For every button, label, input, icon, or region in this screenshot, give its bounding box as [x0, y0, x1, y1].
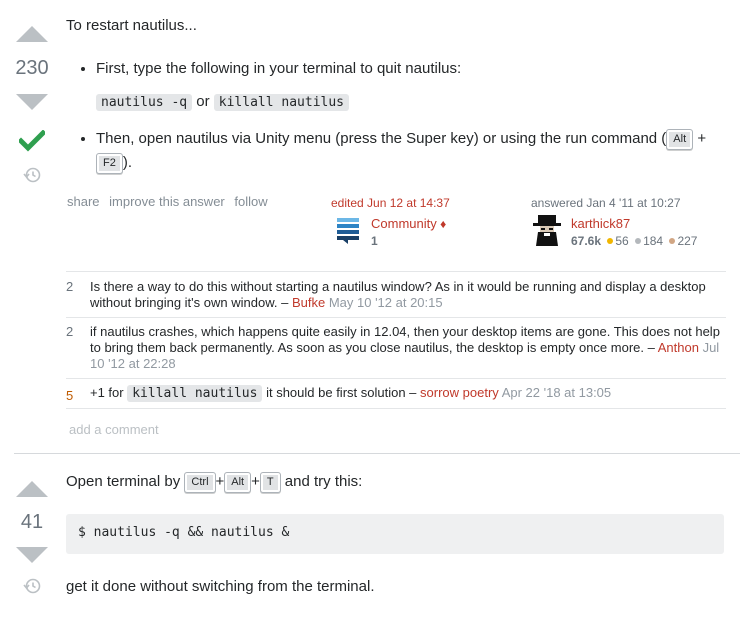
answer2-intro: Open terminal by Ctrl + Alt + T and try this… — [66, 471, 726, 493]
comment-score: 2 — [66, 324, 74, 339]
reputation: 67.6k — [571, 234, 602, 248]
step-item: Then, open nautilus via Unity menu (pres… — [96, 127, 726, 175]
user-flair: 67.6k 56 184 227 — [571, 234, 697, 248]
comment-text: it should be first solution – — [266, 385, 417, 400]
comment-date[interactable]: May 10 '12 at 20:15 — [329, 295, 443, 310]
comment-text: if nautilus crashes, which happens quite… — [90, 324, 720, 355]
comment-user-link[interactable]: Anthon — [658, 340, 699, 355]
silver-badge-count: 184 — [643, 234, 664, 248]
answer1-vote-column: 230 — [0, 26, 64, 184]
silver-badge-icon — [635, 238, 642, 245]
answer1-body: To restart nautilus... First, type the f… — [66, 16, 726, 185]
answer-user: karthick87 — [571, 216, 630, 231]
or-text: or — [196, 93, 210, 110]
downvote-arrow-icon[interactable] — [16, 547, 48, 563]
community-avatar[interactable] — [337, 216, 359, 244]
vote-count: 41 — [20, 511, 44, 533]
community-user: Community ♦ — [371, 216, 446, 231]
step-text-end: ). — [122, 154, 133, 171]
accepted-checkmark-icon — [0, 130, 64, 152]
share-link[interactable]: share — [67, 194, 100, 209]
vote-count: 230 — [15, 57, 49, 79]
answered-time: answered Jan 4 '11 at 10:27 — [531, 196, 681, 210]
step-item: First, type the following in your termin… — [96, 59, 726, 113]
answer-steps-list: First, type the following in your termin… — [66, 59, 726, 175]
kbd-key: T — [259, 471, 281, 493]
user-avatar[interactable] — [531, 214, 563, 246]
answer-text: Open terminal by — [66, 473, 181, 490]
comment-date[interactable]: Apr 22 '18 at 13:05 — [502, 385, 611, 400]
user-link[interactable]: Community — [371, 216, 437, 231]
answer-intro: To restart nautilus... — [66, 17, 197, 34]
add-comment-link[interactable]: add a comment — [69, 422, 159, 437]
answer-text: and try this: — [284, 473, 363, 490]
kbd-key: Alt — [666, 128, 694, 150]
edited-signature: edited Jun 12 at 14:37 Community ♦ 1 — [331, 196, 511, 248]
kbd-key: Alt — [224, 471, 252, 493]
answer-text: get it done without switching from the t… — [66, 578, 375, 595]
downvote-arrow-icon[interactable] — [16, 94, 48, 110]
comment-body: if nautilus crashes, which happens quite… — [90, 324, 726, 372]
bronze-badge-icon — [669, 238, 676, 245]
inline-code: killall nautilus — [213, 94, 350, 111]
moderator-diamond-icon: ♦ — [440, 217, 447, 231]
improve-answer-link[interactable]: improve this answer — [109, 194, 225, 209]
reputation: 1 — [371, 234, 378, 248]
answered-signature: answered Jan 4 '11 at 10:27 karthick87 6… — [531, 196, 741, 248]
answer2-outro: get it done without switching from the t… — [66, 577, 374, 597]
kbd-key: F2 — [96, 152, 123, 174]
post-menu: share improve this answer follow — [67, 194, 274, 209]
comment-score: 5 — [66, 388, 74, 403]
comment: 2 if nautilus crashes, which happens qui… — [66, 318, 726, 379]
comments-top-divider — [66, 271, 726, 272]
answer2-vote-column: 41 — [0, 481, 64, 595]
comment-body: +1 for killall nautilus it should be fir… — [90, 385, 726, 402]
inline-code: nautilus -q — [96, 94, 193, 111]
bronze-badge-count: 227 — [677, 234, 698, 248]
gold-badge-icon — [607, 238, 614, 245]
comment-user-link[interactable]: Bufke — [292, 295, 325, 310]
upvote-arrow-icon[interactable] — [16, 26, 48, 42]
gold-badge-count: 56 — [615, 234, 629, 248]
plus-text: + — [215, 473, 225, 490]
edited-time-link[interactable]: edited Jun 12 at 14:37 — [331, 196, 511, 210]
comment: 5 +1 for killall nautilus it should be f… — [66, 379, 726, 409]
inline-code: killall nautilus — [127, 385, 263, 402]
user-link[interactable]: karthick87 — [571, 216, 630, 231]
comment-body: Is there a way to do this without starti… — [90, 279, 726, 311]
step-text: First, type the following in your termin… — [96, 60, 462, 77]
plus-text: + — [697, 130, 707, 147]
kbd-key: Ctrl — [184, 471, 216, 493]
quit-commands: nautilus -q or killall nautilus — [96, 92, 726, 113]
follow-link[interactable]: follow — [234, 194, 267, 209]
comment: 2 Is there a way to do this without star… — [66, 273, 726, 318]
code-block: $ nautilus -q && nautilus & — [66, 514, 724, 554]
history-icon[interactable] — [0, 577, 64, 595]
step-text: Then, open nautilus via Unity menu (pres… — [96, 130, 667, 147]
answer-separator — [14, 453, 740, 454]
plus-text: + — [251, 473, 260, 490]
comment-user-link[interactable]: sorrow poetry — [420, 385, 499, 400]
upvote-arrow-icon[interactable] — [16, 481, 48, 497]
comment-score: 2 — [66, 279, 74, 294]
history-icon[interactable] — [0, 166, 64, 184]
comment-text: +1 for — [90, 385, 124, 400]
